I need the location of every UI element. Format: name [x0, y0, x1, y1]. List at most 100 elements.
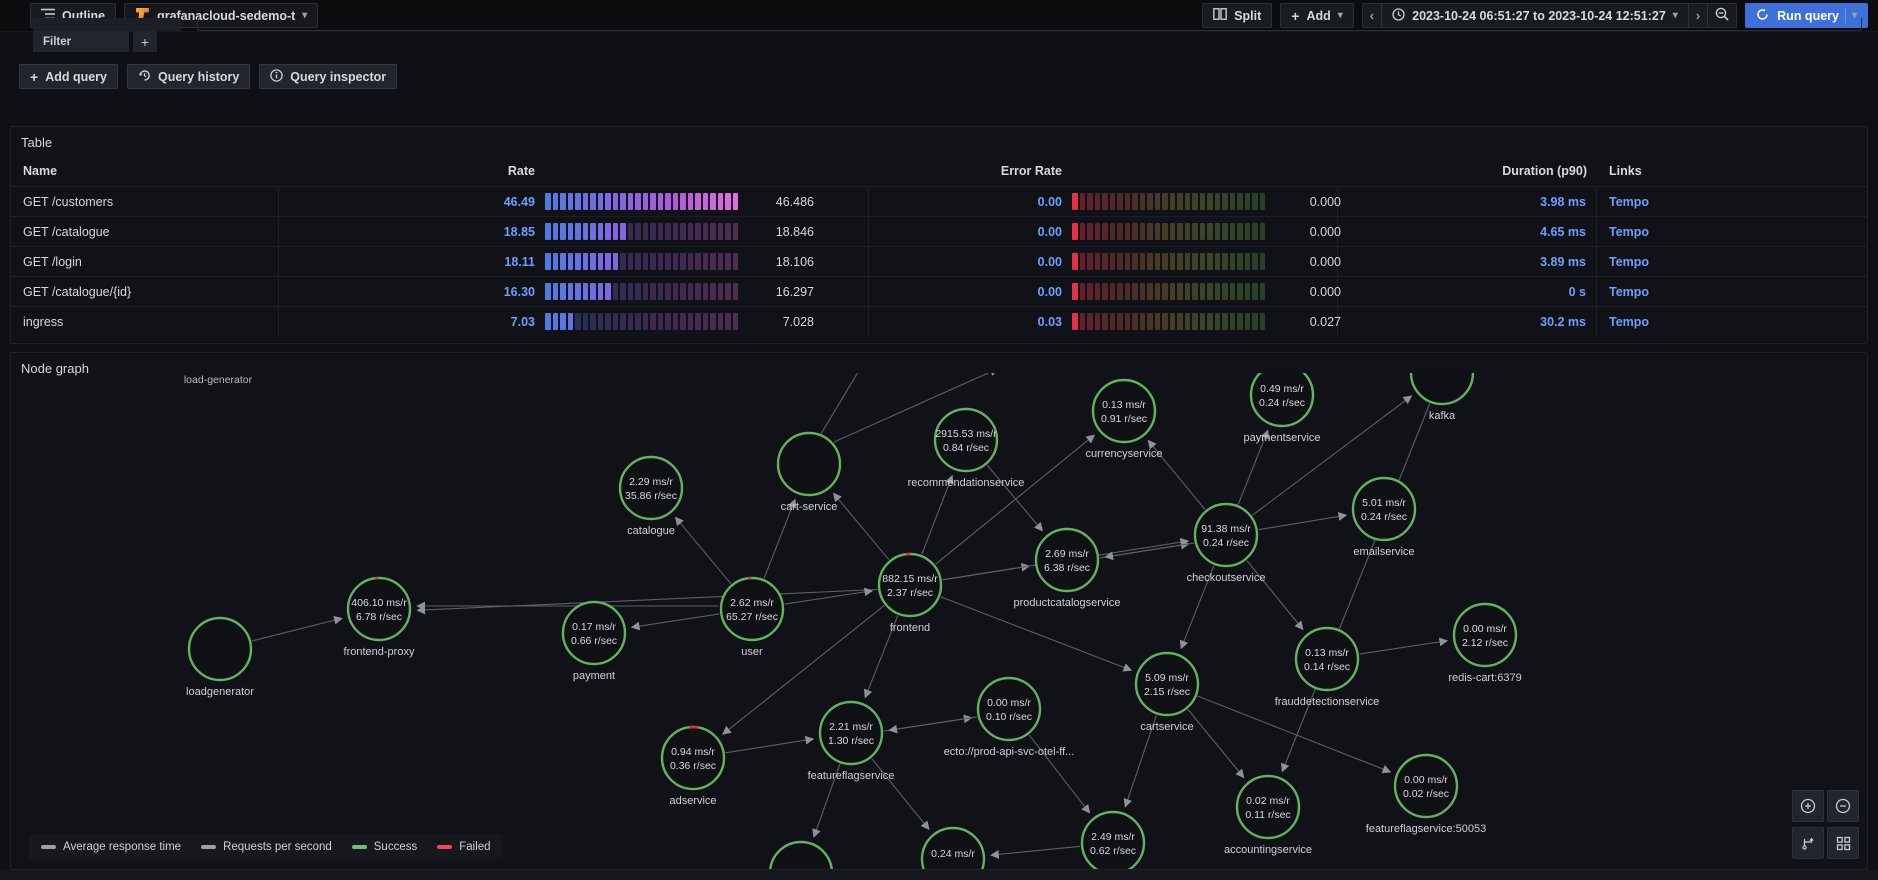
graph-edge[interactable] — [1187, 709, 1245, 779]
grid-layout-button[interactable] — [1827, 827, 1859, 859]
graph-node-cartservice[interactable]: 5.09 ms/r 2.15 r/sec cartservice — [1134, 651, 1200, 733]
query-input-fragment[interactable] — [197, 18, 1862, 31]
graph-edge[interactable] — [986, 464, 1044, 532]
layout-hierarchy-button[interactable] — [1792, 827, 1824, 859]
node-label: checkoutservice — [1187, 572, 1266, 584]
error-gauge-value: 0.000 — [1309, 254, 1341, 269]
error-gauge-value: 0.000 — [1309, 194, 1341, 209]
graph-edge[interactable] — [990, 845, 1081, 859]
cell-error-rate: 0.00 0.000 — [869, 217, 1341, 246]
graph-node-currencyservice[interactable]: 0.13 ms/r 0.91 r/sec currencyservice — [1085, 378, 1163, 460]
node-response-time: 5.09 ms/r — [1145, 672, 1189, 684]
graph-node-node-partial[interactable] — [769, 840, 833, 870]
graph-node-checkoutservice[interactable]: 91.38 ms/r 0.24 r/sec checkoutservice — [1187, 502, 1266, 584]
graph-node-load-generator-label[interactable]: load-generator — [184, 374, 253, 386]
graph-edge[interactable] — [1258, 512, 1348, 531]
cell-name: GET /login — [11, 247, 279, 276]
tempo-link[interactable]: Tempo — [1609, 195, 1649, 209]
graph-node-frontend[interactable]: 882.15 ms/r 2.37 r/sec frontend — [875, 550, 944, 634]
graph-node-productcatalogservice[interactable]: 2.69 ms/r 6.38 r/sec productcatalogservice — [1013, 527, 1121, 609]
graph-node-node-249[interactable]: 2.49 ms/r 0.62 r/sec — [1080, 810, 1146, 870]
graph-node-frontend-proxy[interactable]: 406.10 ms/r 6.78 r/sec frontend-proxy — [344, 574, 415, 658]
graph-node-featureflagservice:50053[interactable]: 0.00 ms/r 0.02 r/sec featureflagservice:50… — [1366, 753, 1486, 835]
graph-edge[interactable] — [820, 373, 873, 435]
node-request-rate: 35.86 r/sec — [625, 490, 677, 502]
table-header: Name Rate Error Rate Duration (p90) Link… — [11, 156, 1867, 186]
node-graph-panel: Node graph load-generator 2.29 ms/r 35.86 … — [10, 352, 1868, 870]
zoom-in-button[interactable] — [1792, 790, 1824, 822]
query-inspector-button[interactable]: Query inspector — [259, 64, 398, 89]
graph-edge[interactable] — [832, 492, 890, 561]
graph-node-kafka[interactable]: kafka — [1409, 373, 1475, 422]
cell-error-rate: 0.00 0.000 — [869, 187, 1341, 216]
graph-node-adservice[interactable]: 0.94 ms/r 0.36 r/sec adservice — [658, 723, 727, 807]
graph-edge[interactable] — [251, 615, 343, 642]
node-request-rate: 1.30 r/sec — [828, 735, 874, 747]
legend-swatch — [437, 845, 453, 849]
node-request-rate: 0.10 r/sec — [986, 711, 1032, 723]
node-graph-legend: Average response time Requests per second… — [29, 835, 503, 859]
node-request-rate: 0.11 r/sec — [1245, 809, 1290, 821]
zoom-out-button[interactable] — [1827, 790, 1859, 822]
graph-node-loadgenerator[interactable]: loadgenerator — [186, 616, 254, 698]
tempo-link[interactable]: Tempo — [1609, 255, 1649, 269]
add-query-button[interactable]: + Add query — [19, 64, 118, 89]
node-label: adservice — [669, 795, 716, 807]
graph-edge[interactable] — [1246, 560, 1304, 631]
graph-edge[interactable] — [674, 516, 732, 585]
error-rate-value: 0.00 — [1037, 284, 1062, 299]
query-history-button[interactable]: Query history — [127, 64, 251, 89]
error-rate-value: 0.00 — [1037, 224, 1062, 239]
column-header-rate[interactable]: Rate — [279, 164, 869, 178]
graph-node-ecto[interactable]: 0.00 ms/r 0.10 r/sec ecto://prod-api-svc-o… — [944, 676, 1075, 758]
node-request-rate: 0.02 r/sec — [1403, 788, 1449, 800]
graph-node-user[interactable]: 2.62 ms/r 65.27 r/sec user — [717, 574, 786, 658]
error-rate-value: 0.00 — [1037, 194, 1062, 209]
node-label: recommendationservice — [908, 477, 1025, 489]
graph-node-emailservice[interactable]: 5.01 ms/r 0.24 r/sec emailservice — [1351, 476, 1417, 558]
graph-edge[interactable] — [725, 735, 815, 754]
column-header-duration[interactable]: Duration (p90) — [1338, 164, 1597, 178]
cell-duration: 4.65 ms — [1338, 217, 1597, 246]
graph-node-payment[interactable]: 0.17 ms/r 0.66 r/sec payment — [561, 600, 627, 682]
graph-node-paymentservice[interactable]: 0.49 ms/r 0.24 r/sec paymentservice — [1243, 373, 1321, 444]
node-label: catalogue — [627, 525, 675, 537]
rate-bar-gauge — [545, 253, 738, 270]
node-response-time: 2.21 ms/r — [829, 721, 873, 733]
rate-value: 16.30 — [503, 284, 535, 299]
graph-node-recommendationservice[interactable]: 2915.53 ms/r 0.84 r/sec recommendationserv… — [908, 407, 1025, 489]
graph-edge[interactable] — [1359, 637, 1449, 655]
node-request-rate: 6.38 r/sec — [1044, 562, 1090, 574]
error-rate-value: 0.00 — [1037, 254, 1062, 269]
graph-node-redis-cart:6379[interactable]: 0.00 ms/r 2.12 r/sec redis-cart:6379 — [1448, 602, 1522, 684]
node-label: payment — [573, 670, 615, 682]
tempo-link[interactable]: Tempo — [1609, 225, 1649, 239]
graph-edge[interactable] — [416, 588, 878, 615]
graph-node-catalogue[interactable]: 2.29 ms/r 35.86 r/sec catalogue — [618, 455, 684, 537]
cell-links: Tempo — [1597, 285, 1867, 299]
graph-node-cart-service[interactable]: cart-service — [776, 431, 842, 513]
graph-node-accountingservice[interactable]: 0.02 ms/r 0.11 r/sec accountingservice — [1224, 774, 1312, 856]
column-header-links[interactable]: Links — [1597, 164, 1867, 178]
graph-edge[interactable] — [1104, 542, 1194, 561]
column-header-error-rate[interactable]: Error Rate — [869, 164, 1338, 178]
tempo-link[interactable]: Tempo — [1609, 315, 1649, 329]
node-graph-canvas[interactable]: load-generator 2.29 ms/r 35.86 r/sec catalo… — [11, 373, 1867, 870]
column-header-name[interactable]: Name — [11, 164, 279, 178]
legend-swatch — [351, 845, 367, 849]
filter-field-label[interactable]: Filter — [33, 31, 129, 52]
page-bottom-strip — [0, 870, 1878, 880]
graph-node-featureflagservice[interactable]: 2.21 ms/r 1.30 r/sec featureflagservice — [808, 700, 895, 782]
graph-node-frauddetectionservice[interactable]: 0.13 ms/r 0.14 r/sec frauddetectionservice — [1275, 626, 1380, 708]
add-filter-button[interactable]: + — [133, 31, 157, 52]
graph-node-node-024[interactable]: 0.24 ms/r — [920, 826, 986, 870]
legend-swatch — [201, 845, 217, 849]
node-label: loadgenerator — [186, 686, 254, 698]
cell-links: Tempo — [1597, 255, 1867, 269]
graph-edge[interactable] — [888, 716, 977, 734]
graph-edge[interactable] — [1281, 403, 1431, 773]
error-bar-gauge — [1072, 253, 1265, 270]
table-panel: Table Name Rate Error Rate Duration (p90… — [10, 126, 1868, 344]
tempo-link[interactable]: Tempo — [1609, 285, 1649, 299]
graph-edge[interactable] — [630, 613, 720, 631]
